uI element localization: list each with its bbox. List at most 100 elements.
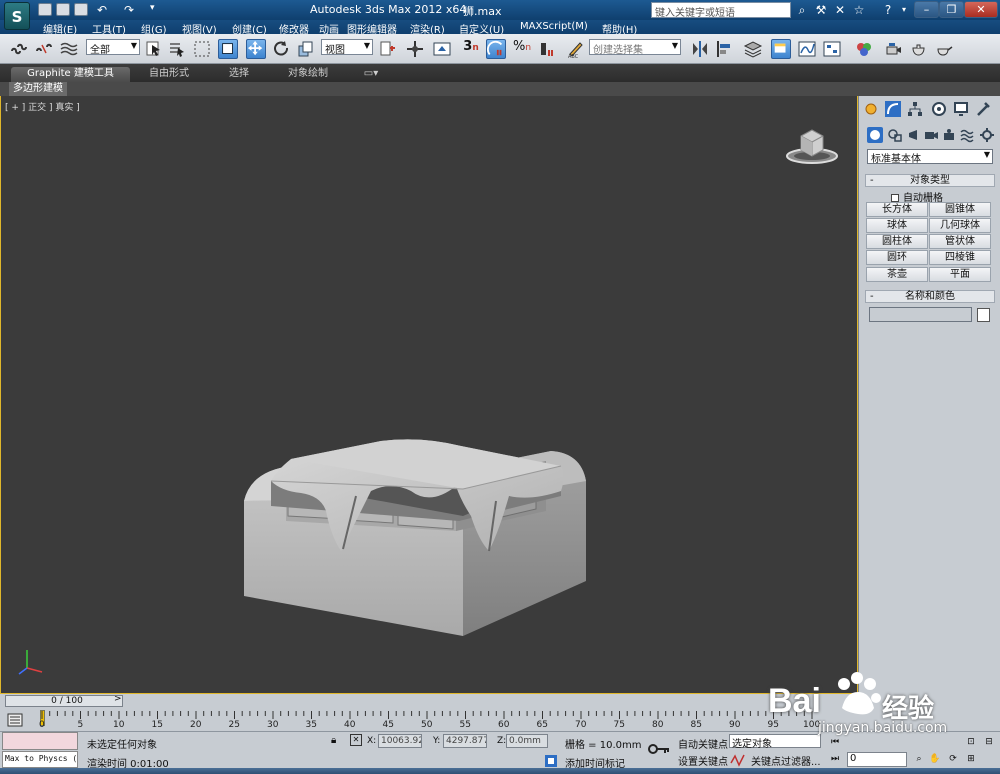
redo-icon[interactable]: ↷ [121, 2, 137, 18]
selection-lock-icon[interactable]: 🔒︎ [331, 735, 336, 746]
set-key-icon[interactable] [648, 742, 670, 756]
select-and-move-button[interactable] [246, 39, 266, 59]
close-button[interactable]: ✕ [964, 1, 998, 18]
zoom-region-icon[interactable]: ⌕ [912, 752, 926, 766]
helpers-category-icon[interactable] [941, 127, 957, 143]
set-key-button[interactable]: 设置关键点 [678, 753, 728, 768]
auto-key-button[interactable]: 自动关键点 [678, 736, 728, 751]
schematic-view-icon[interactable] [822, 39, 842, 59]
new-file-icon[interactable] [38, 3, 52, 16]
cylinder-button[interactable]: 圆柱体 [866, 234, 928, 249]
maxscript-listener-input[interactable] [2, 732, 78, 750]
angle-snap-button[interactable] [486, 39, 506, 59]
rotate-icon[interactable] [272, 39, 292, 59]
plane-button[interactable]: 平面 [929, 267, 991, 282]
maximize-button[interactable]: ❐ [939, 1, 964, 18]
select-object-icon[interactable] [144, 39, 164, 59]
x-coord-field[interactable]: 10063.924 [378, 734, 422, 748]
help-dropdown-icon[interactable]: ▾ [896, 2, 912, 18]
lights-category-icon[interactable] [906, 127, 922, 143]
select-manipulate-icon[interactable] [405, 39, 425, 59]
edit-named-selection-icon[interactable]: ABC [566, 39, 586, 59]
render-setup-icon[interactable] [884, 39, 904, 59]
time-config-icon[interactable]: ⏭ [828, 752, 842, 766]
binoculars-icon[interactable]: ⌕ [794, 2, 810, 18]
tube-button[interactable]: 管状体 [929, 234, 991, 249]
save-file-icon[interactable] [74, 3, 88, 16]
ribbon-options-icon[interactable]: ▭▾ [360, 67, 382, 82]
maximize-viewport-icon[interactable]: ⊞ [964, 752, 978, 766]
time-slider-next-button[interactable]: > [114, 694, 122, 704]
pedestal-model[interactable] [231, 331, 601, 651]
sphere-button[interactable]: 球体 [866, 218, 928, 233]
hierarchy-tab-icon[interactable] [907, 101, 923, 117]
time-tag-icon[interactable] [544, 754, 558, 768]
time-slider-thumb[interactable]: 0 / 100 [5, 695, 123, 707]
undo-icon[interactable]: ↶ [94, 2, 110, 18]
bind-space-warp-icon[interactable] [59, 39, 79, 59]
torus-button[interactable]: 圆环 [866, 250, 928, 265]
y-coord-field[interactable]: 4297.877m [443, 734, 487, 748]
cameras-category-icon[interactable] [923, 127, 939, 143]
tab-polygon-modeling[interactable]: 多边形建模 [9, 82, 67, 96]
z-coord-field[interactable]: 0.0mm [506, 734, 548, 748]
key-filters-button[interactable]: 关键点过滤器... [751, 753, 821, 768]
selection-filter-dropdown[interactable]: 全部 ▼ [86, 39, 140, 56]
reference-coordinate-dropdown[interactable]: 视图 ▼ [321, 39, 373, 56]
graphite-toggle-button[interactable] [771, 39, 791, 59]
box-button[interactable]: 长方体 [866, 202, 928, 217]
window-crossing-toggle-button[interactable] [218, 39, 238, 59]
percent-snap-icon[interactable]: %n [512, 39, 532, 59]
quick-access-dropdown-icon[interactable]: ▾ [150, 3, 155, 13]
tab-object-paint[interactable]: 对象绘制 [280, 67, 336, 82]
curve-editor-icon[interactable] [797, 39, 817, 59]
pyramid-button[interactable]: 四棱锥 [929, 250, 991, 265]
favorites-star-icon[interactable]: ☆ [851, 2, 867, 18]
maxscript-output[interactable]: Max to Physcs ( [2, 751, 78, 768]
align-icon[interactable] [714, 39, 734, 59]
tab-freeform[interactable]: 自由形式 [141, 67, 197, 82]
geometry-category-icon[interactable] [867, 127, 883, 143]
viewport-label-menu[interactable]: [ + ] 正交 ] 真实 ] [5, 100, 80, 113]
unlink-icon[interactable] [34, 39, 54, 59]
menu-maxscript[interactable]: MAXScript(M) [520, 21, 588, 32]
help-icon[interactable]: ? [880, 2, 896, 18]
pivot-center-icon[interactable] [377, 39, 397, 59]
mini-curve-editor-icon[interactable] [6, 712, 28, 728]
select-by-name-icon[interactable] [167, 39, 187, 59]
teapot-button[interactable]: 茶壶 [866, 267, 928, 282]
pan-view-icon[interactable]: ✋ [928, 752, 942, 766]
object-type-rollout[interactable]: - 对象类型 [865, 174, 995, 187]
scale-icon[interactable] [296, 39, 316, 59]
space-warps-category-icon[interactable] [959, 127, 975, 143]
tab-graphite-modeling[interactable]: Graphite 建模工具 [11, 67, 130, 82]
create-tab-icon[interactable] [863, 101, 879, 117]
layer-manager-icon[interactable] [743, 39, 763, 59]
keyboard-shortcut-override-icon[interactable] [432, 39, 452, 59]
object-category-dropdown[interactable]: 标准基本体 ▼ [867, 149, 993, 165]
utilities-tab-icon[interactable] [975, 101, 991, 117]
display-tab-icon[interactable] [953, 101, 969, 117]
search-input[interactable]: 键入关键字或短语 [651, 2, 791, 19]
modify-tab-icon[interactable] [885, 101, 901, 117]
communication-icon[interactable]: ✕ [832, 2, 848, 18]
named-selection-dropdown[interactable]: 创建选择集 ▼ [589, 39, 681, 56]
open-file-icon[interactable] [56, 3, 70, 16]
snap-toggle-icon[interactable]: 3n [461, 39, 481, 59]
select-and-link-icon[interactable] [9, 39, 29, 59]
motion-tab-icon[interactable] [931, 101, 947, 117]
subscription-icon[interactable]: ⚒ [813, 2, 829, 18]
current-frame-field[interactable]: 0 [847, 752, 907, 767]
viewcube-icon[interactable] [784, 126, 844, 166]
absolute-mode-icon[interactable]: ✕ [350, 734, 362, 746]
object-color-swatch[interactable] [977, 308, 990, 322]
systems-category-icon[interactable] [979, 127, 995, 143]
object-name-field[interactable] [869, 307, 972, 322]
spinner-snap-icon[interactable] [537, 39, 557, 59]
name-and-color-rollout[interactable]: - 名称和颜色 [865, 290, 995, 303]
render-production-teapot-icon[interactable] [934, 39, 954, 59]
mirror-icon[interactable] [690, 39, 710, 59]
geosphere-button[interactable]: 几何球体 [929, 218, 991, 233]
orbit-icon[interactable]: ⟳ [946, 752, 960, 766]
cone-button[interactable]: 圆锥体 [929, 202, 991, 217]
